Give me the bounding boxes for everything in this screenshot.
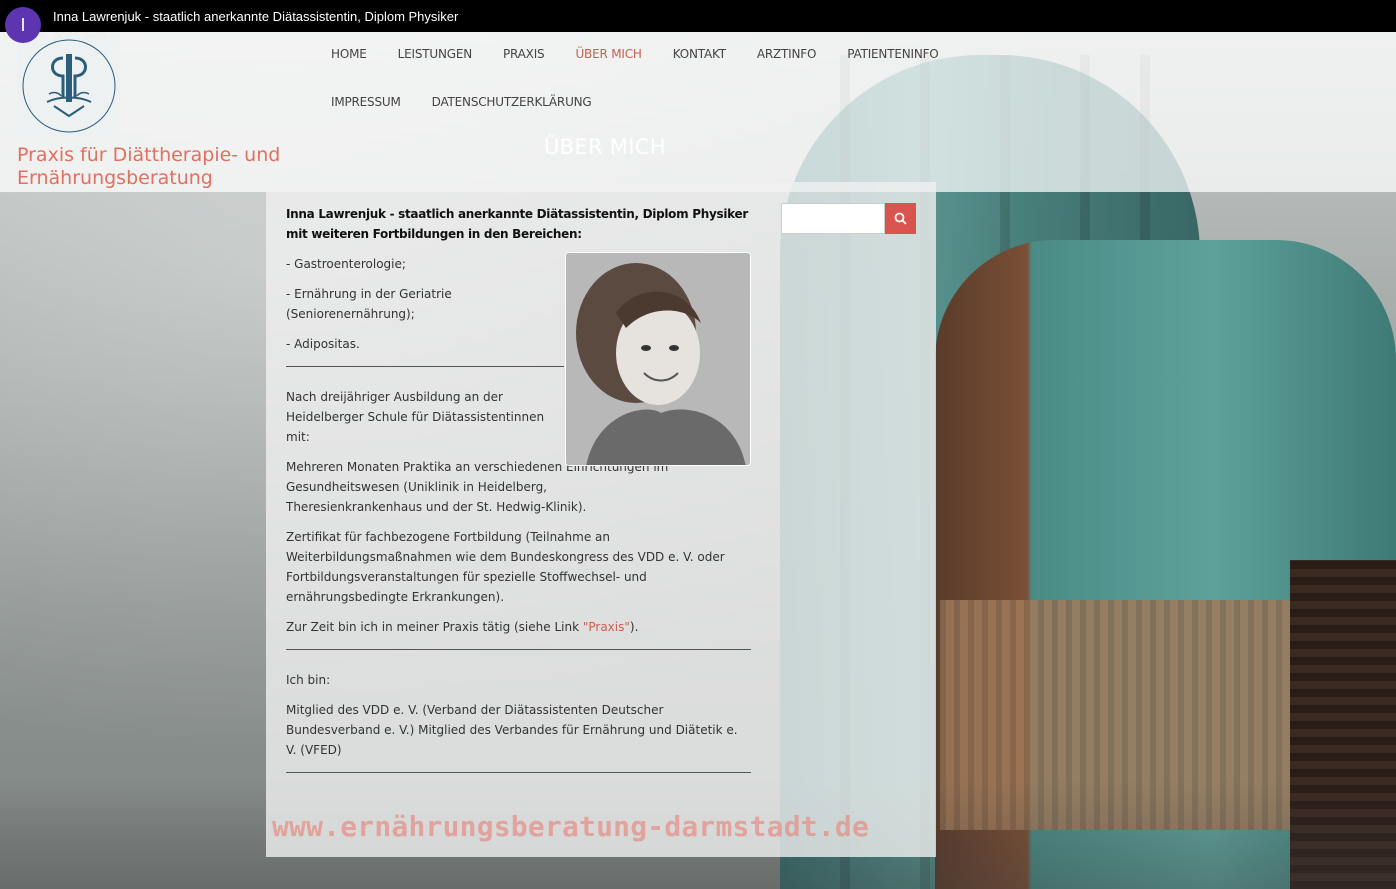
portrait-photo <box>565 252 751 466</box>
content-panel: Inna Lawrenjuk - staatlich anerkannte Di… <box>266 182 936 857</box>
divider <box>286 772 751 773</box>
nav-item-arztinfo[interactable]: ARZTINFO <box>757 46 817 94</box>
nav-item-patienteninfo[interactable]: PATIENTENINFO <box>847 46 939 94</box>
date-label: SEPT. 2020 <box>53 31 106 42</box>
page-title: ÜBER MICH <box>544 135 666 159</box>
education-text: Nach dreijähriger Ausbildung an der Heid… <box>286 390 545 444</box>
top-bar: Inna Lawrenjuk - staatlich anerkannte Di… <box>0 0 1396 32</box>
site-title[interactable]: Praxis für Diättherapie- und Ernährungsb… <box>17 144 297 190</box>
website-watermark: www.ernährungsberatung-darmstadt.de <box>272 810 870 843</box>
site-logo[interactable] <box>17 34 120 138</box>
praxis-link[interactable]: "Praxis" <box>583 620 630 634</box>
avatar[interactable]: I <box>5 7 41 43</box>
area-item: - Ernährung in der Geriatrie (Seniorener… <box>286 287 452 321</box>
divider <box>286 366 564 367</box>
nav-item-home[interactable]: HOME <box>331 46 367 94</box>
area-item: - Adipositas. <box>286 337 360 351</box>
nav-item-impressum[interactable]: IMPRESSUM <box>331 94 401 142</box>
nav-item-kontakt[interactable]: KONTAKT <box>673 46 726 94</box>
search-input[interactable] <box>781 203 885 234</box>
search-button[interactable] <box>885 203 916 234</box>
nav-item-leistungen[interactable]: LEISTUNGEN <box>398 46 473 94</box>
practica-text: Mehreren Monaten Praktika an verschieden… <box>286 460 669 514</box>
search-icon <box>894 212 907 225</box>
main-nav: HOME LEISTUNGEN PRAXIS ÜBER MICH KONTAKT… <box>331 46 1051 142</box>
intro-text: Inna Lawrenjuk - staatlich anerkannte Di… <box>286 207 748 241</box>
certificate-text: Zertifikat für fachbezogene Fortbildung … <box>286 530 725 604</box>
area-item: - Gastroenterologie; <box>286 257 406 271</box>
current-text: Zur Zeit bin ich in meiner Praxis tätig … <box>286 620 639 634</box>
membership-text: Mitglied des VDD e. V. (Verband der Diät… <box>286 703 738 757</box>
tab-title: Inna Lawrenjuk - staatlich anerkannte Di… <box>53 9 459 24</box>
nav-item-praxis[interactable]: PRAXIS <box>503 46 545 94</box>
divider <box>286 649 751 650</box>
iam-text: Ich bin: <box>286 673 331 687</box>
search-form <box>781 203 916 234</box>
nav-item-ueber-mich[interactable]: ÜBER MICH <box>575 46 641 94</box>
